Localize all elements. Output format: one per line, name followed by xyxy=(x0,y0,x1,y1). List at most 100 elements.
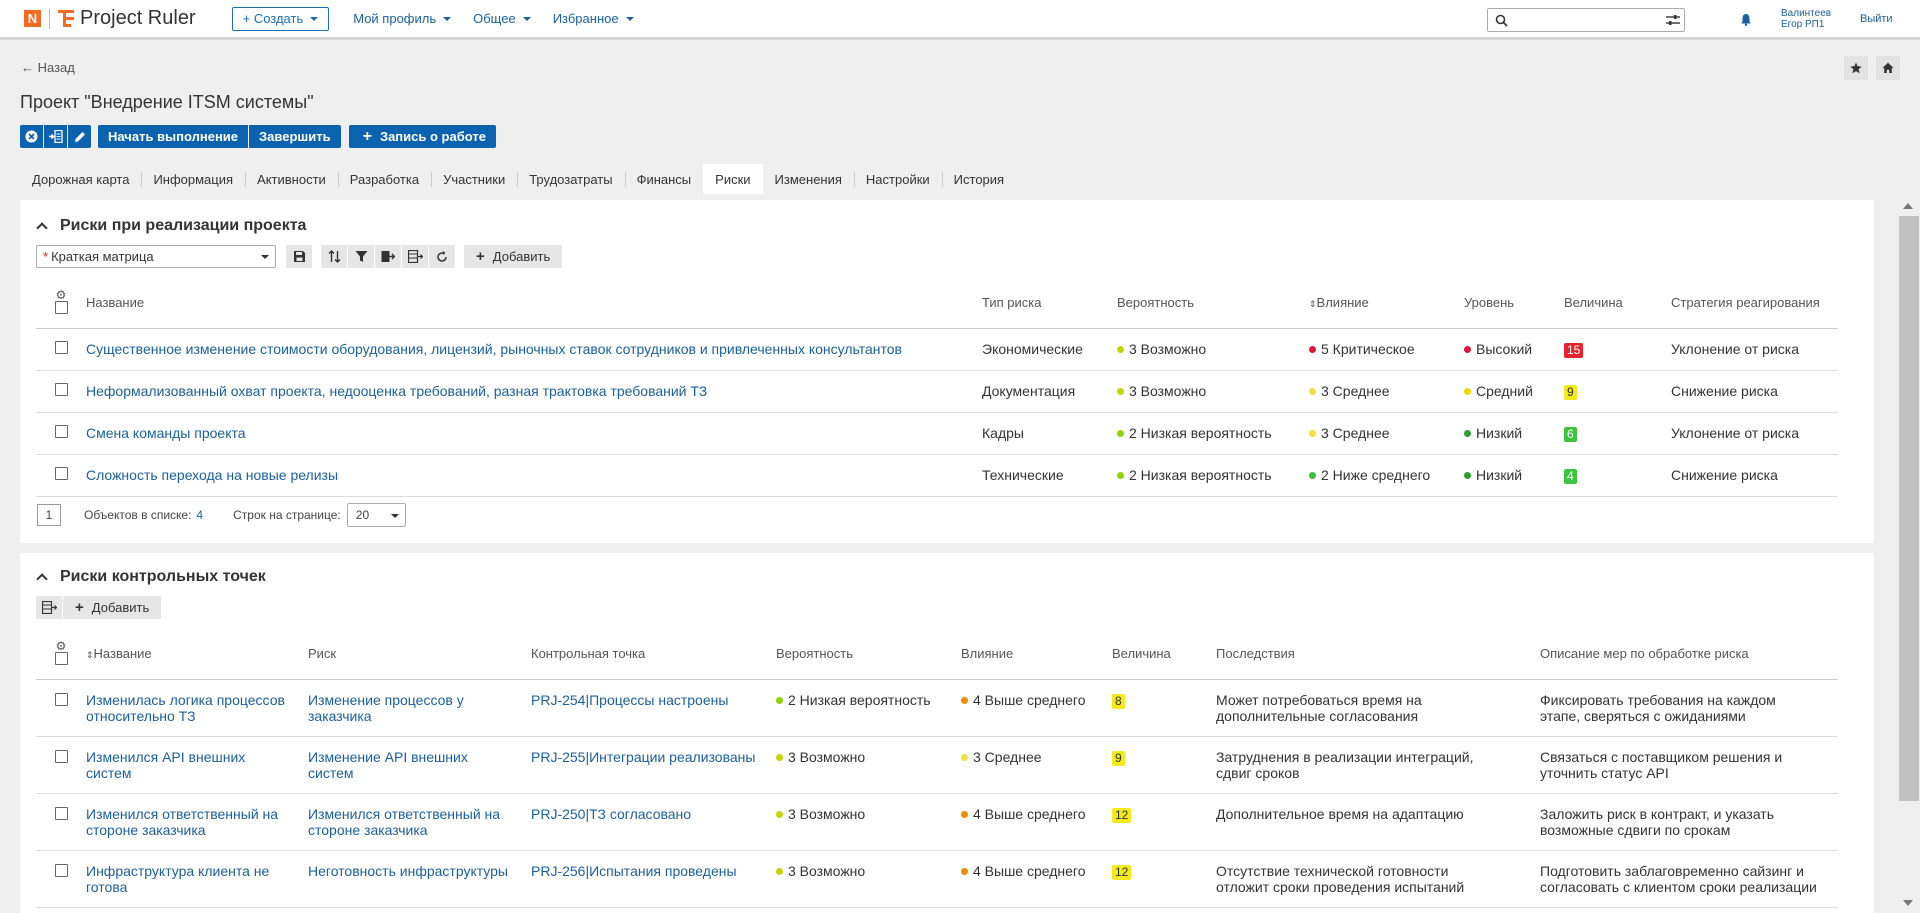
checkpoint-risk-name-link[interactable]: Изменился ответственный на стороне заказ… xyxy=(86,806,278,838)
gear-icon[interactable]: ⚙ xyxy=(36,640,86,652)
col-risk-type[interactable]: Тип риска xyxy=(982,278,1117,329)
tab-history[interactable]: История xyxy=(941,164,1016,194)
row-checkbox[interactable] xyxy=(54,467,68,480)
tab-risks[interactable]: Риски xyxy=(703,164,763,194)
checkpoint-risks-header[interactable]: Риски контрольных точек xyxy=(36,568,266,586)
select-all-checkbox[interactable] xyxy=(54,651,68,665)
risk-name-link[interactable]: Смена команды проекта xyxy=(86,425,246,441)
table-row[interactable]: Изменился ответственный на стороне заказ… xyxy=(36,793,1838,851)
sort-button[interactable] xyxy=(321,245,347,268)
risk-link[interactable]: Изменение процессов у заказчика xyxy=(308,692,464,724)
tab-labor[interactable]: Трудозатраты xyxy=(517,164,624,194)
scroll-down-arrow-icon[interactable] xyxy=(1903,900,1913,906)
tab-changes[interactable]: Изменения xyxy=(763,164,854,194)
value-badge: 12 xyxy=(1112,807,1132,823)
col-impact[interactable]: Влияние xyxy=(961,629,1112,680)
export-table-button[interactable] xyxy=(36,596,62,619)
tab-information[interactable]: Информация xyxy=(141,164,245,194)
page-number[interactable]: 1 xyxy=(37,504,61,526)
gear-icon[interactable]: ⚙ xyxy=(36,289,86,301)
filter-settings-icon[interactable] xyxy=(1666,14,1680,26)
app-logo[interactable]: N Project Ruler xyxy=(24,7,196,30)
checkpoint-risk-name-link[interactable]: Изменилась логика процессов относительно… xyxy=(86,692,285,724)
table-row[interactable]: Неформализованный охват проекта, недооце… xyxy=(36,370,1838,413)
search-input[interactable] xyxy=(1487,8,1685,32)
table-row[interactable]: Инфраструктура клиента не готова Неготовн… xyxy=(36,850,1838,908)
tab-finance[interactable]: Финансы xyxy=(624,164,704,194)
checkpoint-link[interactable]: PRJ-250|ТЗ согласовано xyxy=(531,806,691,822)
scroll-up-arrow-icon[interactable] xyxy=(1903,203,1913,209)
col-risk[interactable]: Риск xyxy=(308,629,531,680)
bell-icon[interactable] xyxy=(1740,13,1752,26)
menu-favorites[interactable]: Избранное xyxy=(553,11,634,26)
col-name[interactable]: ⇕Название xyxy=(86,629,308,680)
risk-link[interactable]: Неготовность инфраструктуры xyxy=(308,863,508,879)
tab-settings[interactable]: Настройки xyxy=(853,164,942,194)
checkpoint-link[interactable]: PRJ-255|Интеграции реализованы xyxy=(531,749,755,765)
rows-per-page-select[interactable]: 20 xyxy=(346,503,406,527)
row-checkbox[interactable] xyxy=(54,425,68,438)
table-row[interactable]: Смена команды проекта Кадры 2 Низкая вероя… xyxy=(36,412,1838,455)
table-row[interactable]: Изменилась логика процессов относительно… xyxy=(36,679,1838,737)
finish-button[interactable]: Завершить xyxy=(249,125,341,148)
risk-link[interactable]: Изменение API внешних систем xyxy=(308,749,468,781)
back-link[interactable]: ← Назад xyxy=(21,60,75,75)
add-risk-button[interactable]: + Добавить xyxy=(464,245,563,268)
cancel-project-button[interactable] xyxy=(20,125,43,148)
tab-participants[interactable]: Участники xyxy=(431,164,517,194)
col-checkpoint[interactable]: Контрольная точка xyxy=(531,629,776,680)
checkpoint-link[interactable]: PRJ-254|Процессы настроены xyxy=(531,692,728,708)
table-row[interactable]: Сложность перехода на новые релизы Технич… xyxy=(36,454,1838,497)
tab-activities[interactable]: Активности xyxy=(245,164,338,194)
save-view-button[interactable] xyxy=(286,245,312,268)
col-value[interactable]: Величина xyxy=(1112,629,1216,680)
logout-link[interactable]: Выйти xyxy=(1860,13,1893,25)
menu-general[interactable]: Общее xyxy=(473,11,531,26)
col-value[interactable]: Величина xyxy=(1564,278,1671,329)
col-probability[interactable]: Вероятность xyxy=(1117,278,1309,329)
checkpoint-link[interactable]: PRJ-256|Испытания проведены xyxy=(531,863,737,879)
start-execution-button[interactable]: Начать выполнение xyxy=(98,125,249,148)
tab-roadmap[interactable]: Дорожная карта xyxy=(20,164,141,194)
risk-link[interactable]: Изменился ответственный на стороне заказ… xyxy=(308,806,500,838)
risk-name-link[interactable]: Неформализованный охват проекта, недооце… xyxy=(86,383,707,399)
risk-name-link[interactable]: Сложность перехода на новые релизы xyxy=(86,467,338,483)
create-button[interactable]: + Создать xyxy=(231,6,330,31)
scrollbar-thumb[interactable] xyxy=(1899,216,1919,801)
edit-button[interactable] xyxy=(68,125,91,148)
col-measures[interactable]: Описание мер по обработке риска xyxy=(1540,629,1838,680)
home-button[interactable] xyxy=(1876,56,1900,80)
export-table-button[interactable] xyxy=(402,245,428,268)
tab-development[interactable]: Разработка xyxy=(337,164,431,194)
project-risks-header[interactable]: Риски при реализации проекта xyxy=(36,217,306,235)
row-checkbox[interactable] xyxy=(54,749,68,763)
row-checkbox[interactable] xyxy=(54,692,68,706)
impact: 4 Выше среднего xyxy=(973,862,1086,879)
col-strategy[interactable]: Стратегия реагирования xyxy=(1671,278,1838,329)
favorite-star-button[interactable] xyxy=(1844,56,1868,80)
filter-button[interactable] xyxy=(348,245,374,268)
col-consequences[interactable]: Последствия xyxy=(1216,629,1540,680)
col-name[interactable]: Название xyxy=(86,278,982,329)
row-checkbox[interactable] xyxy=(54,806,68,820)
table-row[interactable]: Существенное изменение стоимости оборудо… xyxy=(36,328,1838,371)
add-checkpoint-risk-button[interactable]: + Добавить xyxy=(63,596,162,619)
move-button[interactable] xyxy=(44,125,67,148)
select-all-checkbox[interactable] xyxy=(54,300,68,314)
row-checkbox[interactable] xyxy=(54,383,68,396)
checkpoint-risk-name-link[interactable]: Изменился API внешних систем xyxy=(86,749,245,781)
user-profile[interactable]: Валинтеев Егор РП1 xyxy=(1781,8,1831,30)
col-level[interactable]: Уровень xyxy=(1464,278,1564,329)
col-impact[interactable]: ⇕Влияние xyxy=(1309,278,1464,329)
row-checkbox[interactable] xyxy=(54,863,68,877)
view-select[interactable]: * Краткая матрица xyxy=(36,245,276,268)
export-button[interactable] xyxy=(375,245,401,268)
refresh-button[interactable] xyxy=(429,245,455,268)
log-work-button[interactable]: + Запись о работе xyxy=(348,125,496,148)
row-checkbox[interactable] xyxy=(54,341,68,354)
table-row[interactable]: Изменился API внешних систем Изменение AP… xyxy=(36,736,1838,794)
menu-my-profile[interactable]: Мой профиль xyxy=(353,11,452,26)
checkpoint-risk-name-link[interactable]: Инфраструктура клиента не готова xyxy=(86,863,269,895)
col-probability[interactable]: Вероятность xyxy=(776,629,961,680)
risk-name-link[interactable]: Существенное изменение стоимости оборудо… xyxy=(86,341,902,357)
